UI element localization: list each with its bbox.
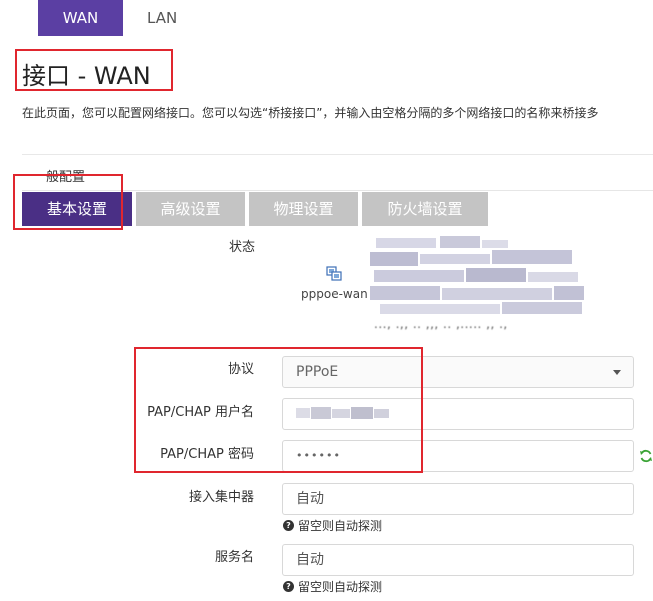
service-placeholder: 自动: [296, 552, 324, 568]
refresh-icon[interactable]: [639, 449, 653, 463]
interface-name: pppoe-wan: [301, 287, 368, 301]
annotation-box-basic-tab: [13, 174, 123, 230]
annotation-box-title: [15, 49, 173, 91]
chevron-down-icon: [613, 370, 621, 375]
concentrator-placeholder: 自动: [296, 491, 324, 507]
tab-wan[interactable]: WAN: [38, 0, 123, 36]
concentrator-field[interactable]: 自动: [282, 483, 634, 515]
concentrator-hint: ? 留空则自动探测: [283, 517, 382, 534]
network-interface-icon: [326, 266, 342, 281]
tab-advanced-settings[interactable]: 高级设置: [136, 192, 245, 226]
tab-physical-settings[interactable]: 物理设置: [249, 192, 358, 226]
status-label: 状态: [229, 240, 256, 255]
question-icon: ?: [283, 520, 294, 531]
concentrator-hint-text: 留空则自动探测: [298, 519, 383, 533]
tab-firewall-settings[interactable]: 防火墙设置: [362, 192, 488, 226]
service-hint-text: 留空则自动探测: [298, 580, 383, 594]
service-label: 服务名: [214, 550, 254, 565]
tab-lan[interactable]: LAN: [123, 0, 199, 36]
service-field[interactable]: 自动: [282, 544, 634, 576]
top-tab-bar: WAN LAN: [38, 0, 199, 36]
annotation-box-credentials: [134, 347, 423, 473]
divider: [22, 154, 653, 155]
redacted-address-text: ..., .,, .. ,,, .. ,..... ,, .,: [374, 317, 508, 331]
service-hint: ? 留空则自动探测: [283, 578, 382, 595]
redacted-status-info: [370, 232, 610, 328]
page-description: 在此页面，您可以配置网络接口。您可以勾选“桥接接口”，并输入由空格分隔的多个网络…: [22, 106, 599, 120]
concentrator-label: 接入集中器: [188, 490, 254, 505]
question-icon: ?: [283, 581, 294, 592]
